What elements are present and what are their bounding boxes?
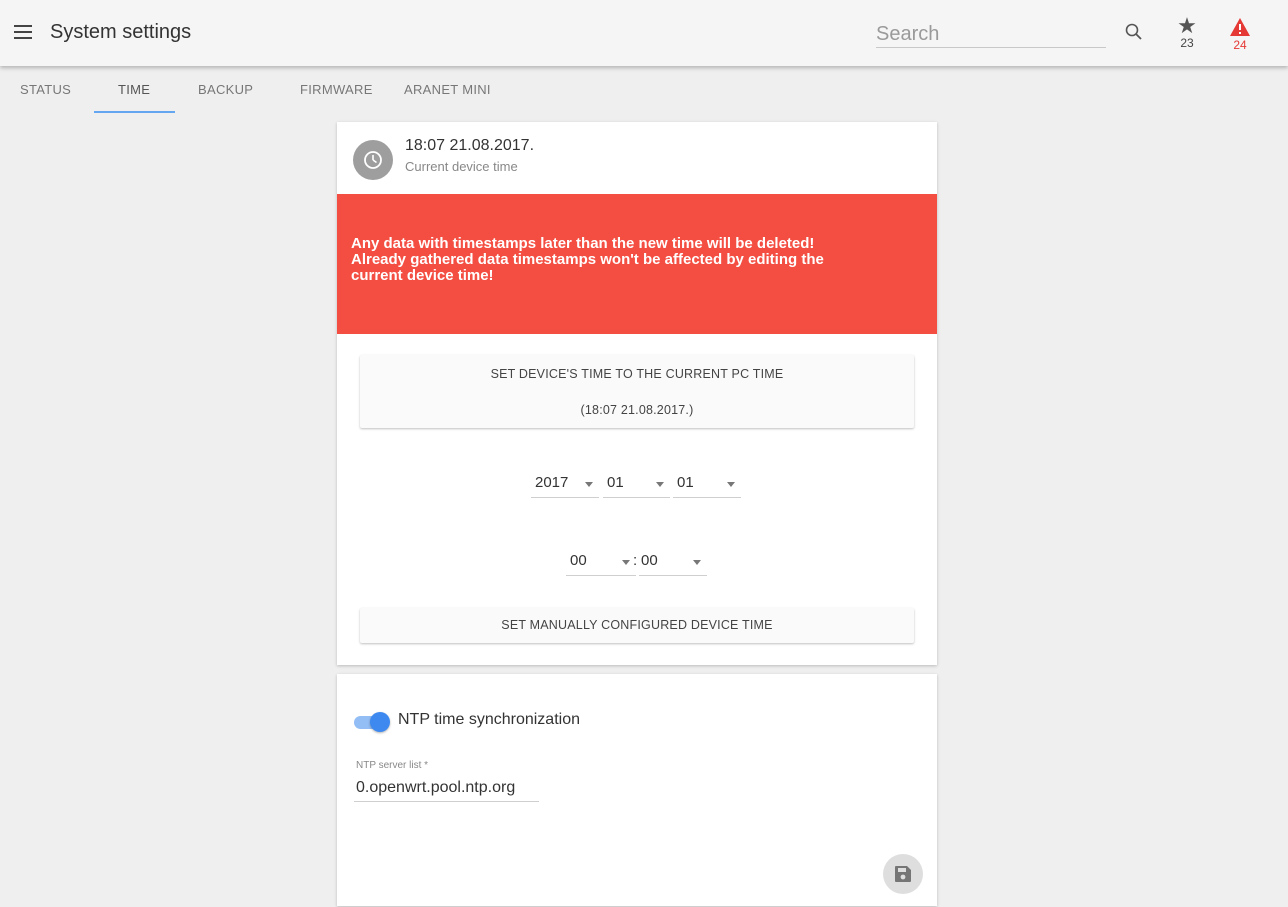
ntp-server-list-input[interactable] — [354, 774, 539, 802]
set-manual-time-button[interactable]: SET MANUALLY CONFIGURED DEVICE TIME — [360, 608, 914, 643]
alerts-button[interactable]: 24 — [1227, 17, 1253, 52]
search-input[interactable] — [876, 22, 1106, 48]
month-value: 01 — [607, 474, 624, 491]
chevron-down-icon — [727, 482, 735, 487]
top-app-bar: System settings ★ 23 24 — [0, 0, 1288, 66]
favorites-button[interactable]: ★ 23 — [1174, 13, 1200, 51]
active-tab-indicator — [94, 111, 175, 113]
ntp-toggle-label: NTP time synchronization — [398, 711, 580, 728]
page-title: System settings — [50, 21, 192, 43]
ntp-card: NTP time synchronization NTP server list… — [337, 674, 937, 906]
star-icon: ★ — [1177, 13, 1197, 38]
warning-icon — [1230, 18, 1250, 36]
tab-backup[interactable]: BACKUP — [198, 82, 253, 97]
minute-select[interactable]: 00 — [639, 548, 707, 576]
tab-bar: STATUS TIME BACKUP FIRMWARE ARANET MINI — [0, 66, 1288, 114]
tab-status[interactable]: STATUS — [20, 82, 71, 97]
set-pc-time-label: SET DEVICE'S TIME TO THE CURRENT PC TIME — [490, 367, 784, 381]
warning-banner: Any data with timestamps later than the … — [337, 194, 937, 334]
favorites-count: 23 — [1180, 36, 1194, 50]
year-select[interactable]: 2017 — [531, 470, 599, 498]
set-pc-time-value: (18:07 21.08.2017.) — [580, 403, 694, 417]
toggle-thumb — [370, 712, 390, 732]
chevron-down-icon — [693, 560, 701, 565]
save-icon — [895, 866, 911, 882]
hour-select[interactable]: 00 — [566, 548, 636, 576]
day-select[interactable]: 01 — [673, 470, 741, 498]
ntp-server-list-label: NTP server list * — [356, 760, 429, 771]
day-value: 01 — [677, 474, 694, 491]
chevron-down-icon — [585, 482, 593, 487]
time-separator: : — [633, 552, 638, 569]
month-select[interactable]: 01 — [603, 470, 670, 498]
tab-firmware[interactable]: FIRMWARE — [300, 82, 373, 97]
alerts-count: 24 — [1233, 38, 1247, 52]
hour-value: 00 — [570, 552, 587, 569]
search-icon[interactable] — [1124, 22, 1144, 42]
current-device-time-label: Current device time — [405, 159, 518, 174]
year-value: 2017 — [535, 474, 569, 491]
set-pc-time-button[interactable]: SET DEVICE'S TIME TO THE CURRENT PC TIME… — [360, 355, 914, 428]
chevron-down-icon — [656, 482, 664, 487]
ntp-toggle[interactable] — [354, 712, 390, 732]
tab-time[interactable]: TIME — [118, 82, 150, 97]
tab-aranet-mini[interactable]: ARANET MINI — [404, 82, 491, 97]
device-time-card: 18:07 21.08.2017. Current device time An… — [337, 122, 937, 665]
chevron-down-icon — [622, 560, 630, 565]
minute-value: 00 — [641, 552, 658, 569]
clock-icon — [353, 140, 393, 180]
current-device-time: 18:07 21.08.2017. — [405, 137, 535, 154]
save-button[interactable] — [883, 854, 923, 894]
warning-text: Any data with timestamps later than the … — [351, 235, 824, 284]
menu-icon[interactable] — [14, 25, 32, 41]
